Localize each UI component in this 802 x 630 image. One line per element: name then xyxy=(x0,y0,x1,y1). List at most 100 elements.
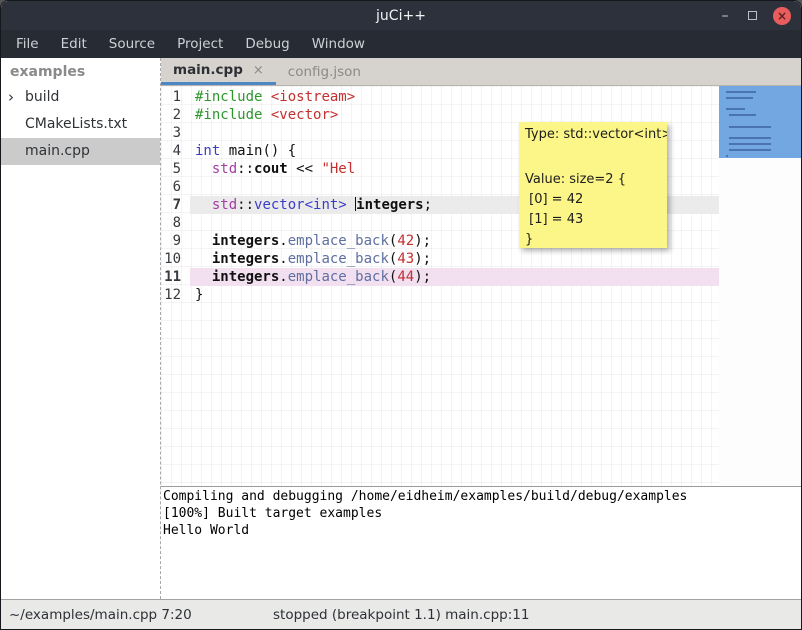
code-segment: <iostream> xyxy=(271,89,355,105)
line-number[interactable]: 5 xyxy=(161,160,190,178)
code-segment: 43 xyxy=(397,251,414,267)
code-segment: . xyxy=(279,269,287,285)
code-segment xyxy=(347,197,355,213)
tree-item-label: main.cpp xyxy=(25,143,90,159)
code-segment: "Hel xyxy=(321,161,355,177)
minimap-line xyxy=(726,91,756,93)
minimap-line xyxy=(729,143,771,145)
code-segment xyxy=(262,107,270,123)
code-line[interactable]: 10 integers.emplace_back(43); xyxy=(161,250,720,268)
line-text: integers.emplace_back(43); xyxy=(190,250,720,268)
tree-item-cmakelists[interactable]: CMakeLists.txt xyxy=(1,111,160,138)
menu-project[interactable]: Project xyxy=(166,32,234,56)
tree-item-build[interactable]: › build xyxy=(1,84,160,111)
titlebar: juCi++ – × xyxy=(1,1,801,30)
terminal-line: [100%] Built target examples xyxy=(163,505,799,522)
menu-edit[interactable]: Edit xyxy=(50,32,98,56)
status-file-position: ~/examples/main.cpp 7:20 xyxy=(9,607,192,623)
tooltip-value-line: Value: size=2 { xyxy=(525,170,661,190)
tooltip-value-line: [0] = 42 xyxy=(525,190,661,210)
tab-config-json[interactable]: config.json xyxy=(276,58,373,85)
debug-value-tooltip: Type: std::vector<int> Value: size=2 { [… xyxy=(519,122,667,248)
editor-column: main.cpp × config.json 1#include <iostre… xyxy=(161,58,801,599)
minimap-line xyxy=(729,137,771,139)
code-segment: emplace_back xyxy=(288,269,389,285)
code-segment: integers xyxy=(212,269,279,285)
code-segment: 42 xyxy=(397,233,414,249)
minimap-slider[interactable] xyxy=(719,86,801,158)
code-segment xyxy=(195,197,212,213)
menubar: File Edit Source Project Debug Window xyxy=(1,30,801,58)
code-segment: ); xyxy=(414,233,431,249)
tree-item-label: CMakeLists.txt xyxy=(25,116,127,132)
minimap-line xyxy=(729,126,771,128)
code-segment: :: xyxy=(237,197,254,213)
line-number[interactable]: 8 xyxy=(161,214,190,232)
window-controls: – × xyxy=(718,1,791,30)
line-text: #include <iostream> xyxy=(190,88,720,106)
close-button[interactable]: × xyxy=(773,7,791,25)
minimap-line xyxy=(729,149,771,151)
code-segment: <vector> xyxy=(271,107,338,123)
code-segment: #include xyxy=(195,89,262,105)
tabbar: main.cpp × config.json xyxy=(161,58,801,86)
line-number[interactable]: 10 xyxy=(161,250,190,268)
menu-window[interactable]: Window xyxy=(301,32,376,56)
menu-source[interactable]: Source xyxy=(98,32,166,56)
statusbar: ~/examples/main.cpp 7:20 stopped (breakp… xyxy=(1,599,801,629)
tree-item-label: build xyxy=(25,89,59,105)
minimap-line xyxy=(726,108,745,110)
minimap-line xyxy=(729,114,756,116)
code-segment: integers xyxy=(356,197,423,213)
code-segment: main() { xyxy=(220,143,296,159)
code-segment xyxy=(195,251,212,267)
menu-file[interactable]: File xyxy=(5,32,50,56)
code-segment: . xyxy=(279,233,287,249)
tooltip-value-block: Value: size=2 { [0] = 42 [1] = 43 } xyxy=(525,170,661,248)
minimize-button[interactable]: – xyxy=(718,8,732,24)
code-segment: cout xyxy=(254,161,288,177)
line-number[interactable]: 7 xyxy=(161,196,190,214)
code-line[interactable]: 11 integers.emplace_back(44); xyxy=(161,268,720,286)
terminal-line: Compiling and debugging /home/eidheim/ex… xyxy=(163,488,799,505)
tab-label: config.json xyxy=(288,64,361,80)
restore-icon[interactable] xyxy=(748,11,757,20)
code-segment: integers xyxy=(212,233,279,249)
code-segment: #include xyxy=(195,107,262,123)
line-number[interactable]: 2 xyxy=(161,106,190,124)
line-number[interactable]: 9 xyxy=(161,232,190,250)
tooltip-value-line: } xyxy=(525,230,661,248)
line-number[interactable]: 11 xyxy=(161,268,190,286)
line-number[interactable]: 4 xyxy=(161,142,190,160)
line-number[interactable]: 1 xyxy=(161,88,190,106)
code-line[interactable]: 12} xyxy=(161,286,720,304)
minimap[interactable] xyxy=(719,86,801,486)
code-segment xyxy=(262,89,270,105)
code-segment xyxy=(195,233,212,249)
line-number[interactable]: 6 xyxy=(161,178,190,196)
code-line[interactable]: 1#include <iostream> xyxy=(161,88,720,106)
code-segment: ; xyxy=(424,197,432,213)
line-text: } xyxy=(190,286,720,304)
code-segment: std xyxy=(212,197,237,213)
menu-debug[interactable]: Debug xyxy=(234,32,300,56)
line-number[interactable]: 12 xyxy=(161,286,190,304)
chevron-right-icon[interactable]: › xyxy=(8,84,14,111)
window-title: juCi++ xyxy=(376,8,426,24)
minimap-line xyxy=(726,97,753,99)
line-text: integers.emplace_back(44); xyxy=(190,268,720,286)
tooltip-type-line: Type: std::vector<int> xyxy=(525,125,661,144)
tab-close-icon[interactable]: × xyxy=(253,63,264,78)
code-segment: . xyxy=(279,251,287,267)
tree-item-main-cpp[interactable]: main.cpp xyxy=(1,138,160,165)
tooltip-value-line: [1] = 43 xyxy=(525,210,661,230)
code-segment: emplace_back xyxy=(288,251,389,267)
line-number[interactable]: 3 xyxy=(161,124,190,142)
tab-main-cpp[interactable]: main.cpp × xyxy=(161,58,276,85)
code-segment: vector<int> xyxy=(254,197,347,213)
code-segment xyxy=(195,161,212,177)
code-segment: std xyxy=(212,161,237,177)
minimap-line xyxy=(726,155,728,157)
terminal-output[interactable]: Compiling and debugging /home/eidheim/ex… xyxy=(161,486,801,599)
source-editor[interactable]: 1#include <iostream>2#include <vector>34… xyxy=(161,86,801,486)
